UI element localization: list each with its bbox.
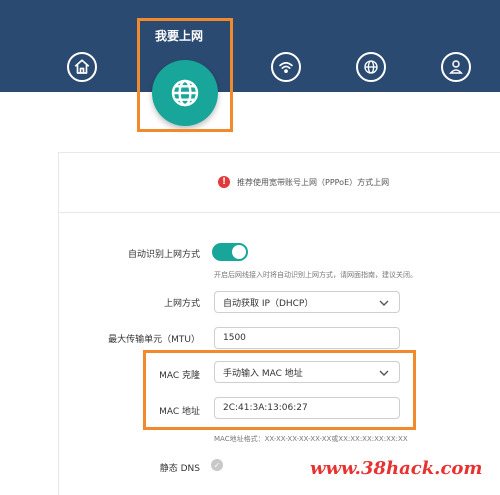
auto-detect-label: 自动识别上网方式 (127, 250, 200, 260)
active-tab-highlight (137, 18, 233, 132)
mtu-label: 最大传输单元（MTU） (108, 335, 200, 345)
pppoe-notice: ! 推荐使用宽带账号上网（PPPoE）方式上网 (218, 176, 389, 188)
home-icon[interactable] (67, 52, 97, 82)
auto-detect-toggle[interactable] (212, 243, 248, 261)
mtu-input[interactable]: 1500 (214, 327, 400, 349)
mac-clone-value: 手动输入 MAC 地址 (223, 368, 303, 379)
settings-globe-icon[interactable] (356, 52, 386, 82)
auto-detect-hint: 开启后网线接入时将自动识别上网方式，请网面指南，建议关闭。 (214, 271, 417, 279)
notice-text: 推荐使用宽带账号上网（PPPoE）方式上网 (237, 177, 390, 187)
toggle-knob (232, 245, 246, 259)
connection-type-select[interactable]: 自动获取 IP（DHCP） (214, 291, 400, 313)
mac-address-input[interactable]: 2C:41:3A:13:06:27 (214, 397, 400, 419)
static-dns-label: 静态 DNS (159, 464, 200, 474)
mac-clone-select[interactable]: 手动输入 MAC 地址 (214, 361, 400, 383)
user-icon[interactable] (441, 52, 471, 82)
mac-clone-label: MAC 克隆 (159, 371, 200, 381)
static-dns-checkbox[interactable]: ✓ (211, 459, 223, 471)
mac-address-value: 2C:41:3A:13:06:27 (223, 403, 308, 413)
mtu-value: 1500 (223, 333, 246, 343)
connection-type-label: 上网方式 (163, 299, 200, 309)
watermark-text: www.38hack.com (310, 458, 483, 479)
mac-address-label: MAC 地址 (159, 407, 200, 417)
connection-type-value: 自动获取 IP（DHCP） (223, 298, 314, 309)
mac-format-hint: MAC地址格式：XX-XX-XX-XX-XX-XX或XX:XX:XX:XX:XX… (214, 435, 408, 443)
chevron-down-icon (379, 300, 389, 306)
warning-icon: ! (218, 176, 230, 188)
section-divider (58, 212, 500, 213)
chevron-down-icon (379, 370, 389, 376)
wifi-icon[interactable] (271, 52, 301, 82)
